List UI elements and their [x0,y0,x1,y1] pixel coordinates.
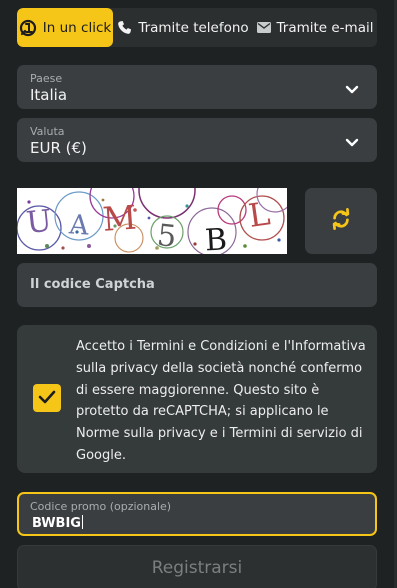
svg-text:M: M [101,198,137,239]
promo-code-field[interactable]: Codice promo (opzionale) BWBIG [17,492,377,536]
currency-select[interactable]: Valuta EUR (€) [17,118,377,162]
country-label: Paese [30,72,63,85]
svg-text:A: A [67,209,90,241]
svg-text:U: U [25,204,54,241]
country-select[interactable]: Paese Italia [17,65,377,109]
svg-text:5: 5 [155,218,178,254]
text-caret [81,515,83,529]
check-icon [38,389,56,408]
envelope-icon [256,22,271,33]
tab-email-label: Tramite e-mail [276,19,374,36]
country-value: Italia [30,86,68,104]
currency-value: EUR (€) [30,139,87,157]
phone-icon [117,20,132,35]
captcha-placeholder: Il codice Captcha [30,277,155,292]
tab-email[interactable]: Tramite e-mail [253,8,377,47]
registration-method-tabs: In un click Tramite telefono Tramite e-m… [17,8,377,47]
captcha-image: U A M 5 B L [17,188,287,254]
registration-form: In un click Tramite telefono Tramite e-m… [0,0,397,588]
currency-label: Valuta [30,125,65,138]
chevron-down-icon [345,80,359,99]
svg-text:B: B [204,222,228,254]
tab-phone[interactable]: Tramite telefono [113,8,253,47]
register-button[interactable]: Registrarsi [17,545,377,588]
terms-checkbox[interactable] [33,384,61,412]
captcha-input[interactable]: Il codice Captcha [17,263,377,307]
terms-text: Accetto i Termini e Condizioni e l'Infor… [76,339,366,463]
terms-box: Accetto i Termini e Condizioni e l'Infor… [17,325,377,473]
refresh-icon [330,208,352,234]
register-button-label: Registrarsi [151,558,243,578]
tab-one-click-label: In un click [42,19,112,36]
chevron-down-icon [345,133,359,152]
one-click-icon [19,19,37,37]
tab-one-click[interactable]: In un click [17,8,113,47]
promo-code-value-wrap: BWBIG [32,515,83,531]
promo-code-label: Codice promo (opzionale) [30,500,172,513]
tab-phone-label: Tramite telefono [138,19,249,36]
promo-code-value: BWBIG [32,516,81,531]
captcha-picture: U A M 5 B L [17,188,287,254]
refresh-captcha-button[interactable] [305,188,377,254]
